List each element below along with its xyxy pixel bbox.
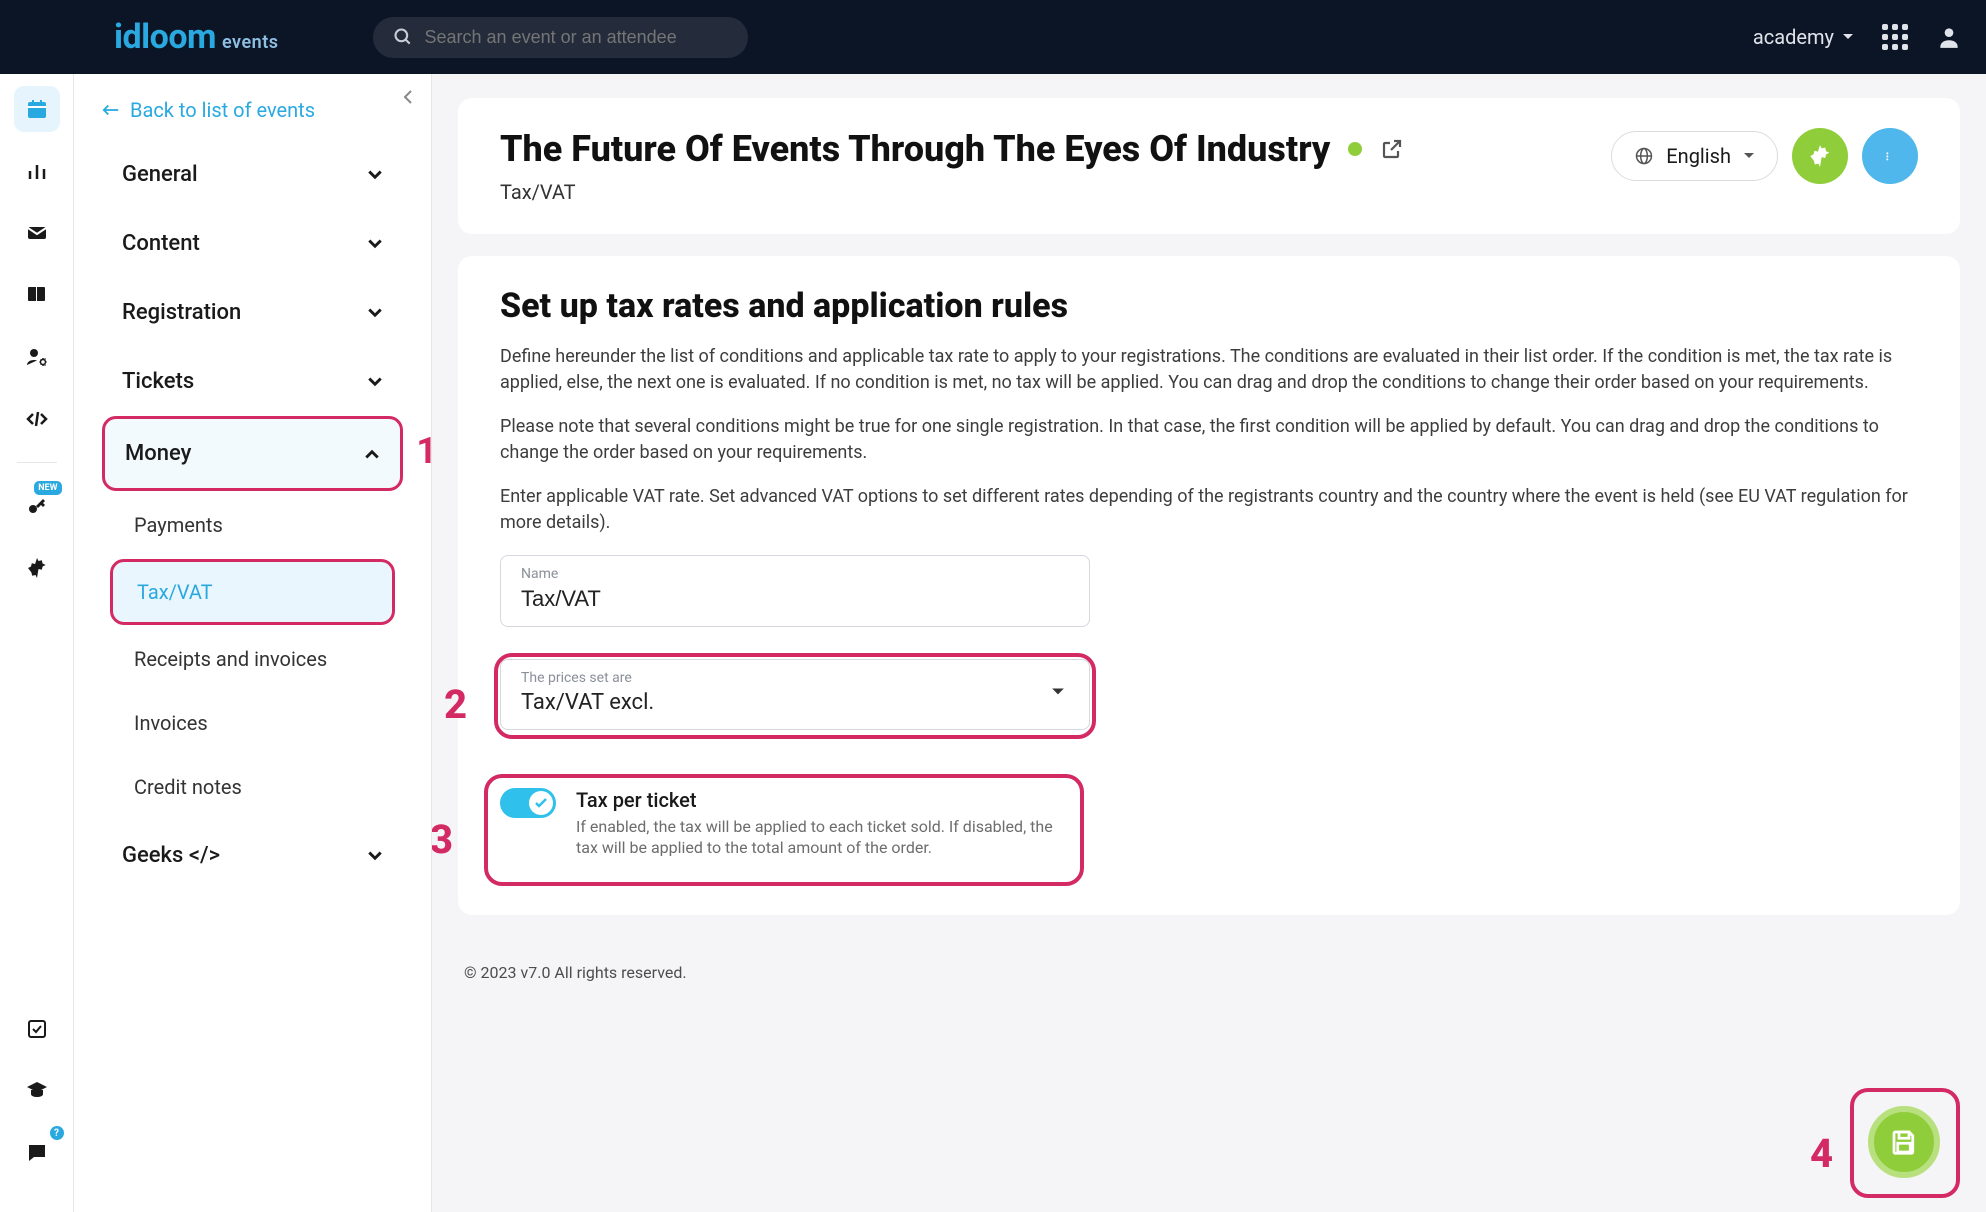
- paragraph-3: Enter applicable VAT rate. Set advanced …: [500, 484, 1918, 536]
- rail-calendar[interactable]: [14, 86, 60, 132]
- new-badge: NEW: [34, 481, 61, 495]
- language-select[interactable]: English: [1611, 131, 1778, 181]
- toggle-knob: [529, 791, 553, 815]
- arrow-left-icon: [102, 103, 120, 117]
- search-bar[interactable]: [373, 17, 748, 58]
- rail-key[interactable]: NEW: [14, 483, 60, 529]
- external-link-icon[interactable]: [1380, 137, 1404, 161]
- rail-code[interactable]: [14, 396, 60, 442]
- logo-sub: events: [222, 32, 279, 53]
- rail-analytics[interactable]: [14, 148, 60, 194]
- rail-settings[interactable]: [14, 545, 60, 591]
- rail-tasks[interactable]: [14, 1006, 60, 1052]
- search-icon: [393, 27, 413, 47]
- copyright: © 2023 v7.0 All rights reserved.: [464, 963, 687, 982]
- settings-button[interactable]: [1792, 128, 1848, 184]
- paragraph-2: Please note that several conditions migh…: [500, 414, 1918, 466]
- account-label: academy: [1753, 25, 1834, 49]
- annotation-2: 2: [444, 681, 467, 728]
- nav-general[interactable]: General: [102, 140, 403, 209]
- topbar: idloom events academy: [0, 0, 1986, 74]
- nav-content[interactable]: Content: [102, 209, 403, 278]
- nav-tickets[interactable]: Tickets: [102, 347, 403, 416]
- icon-rail: NEW ?: [0, 74, 74, 1212]
- content-card: Set up tax rates and application rules D…: [458, 256, 1960, 915]
- rail-chat[interactable]: ?: [14, 1130, 60, 1176]
- nav-money-sub: Payments Tax/VAT Receipts and invoices I…: [102, 495, 403, 817]
- account-menu[interactable]: academy: [1753, 25, 1854, 49]
- nav-payments[interactable]: Payments: [110, 495, 395, 555]
- help-badge: ?: [50, 1126, 64, 1140]
- toggle-desc: If enabled, the tax will be applied to e…: [576, 816, 1060, 859]
- nav-credit[interactable]: Credit notes: [110, 757, 395, 817]
- more-button[interactable]: [1862, 128, 1918, 184]
- sidenav: Back to list of events General Content R…: [74, 74, 432, 1212]
- save-button[interactable]: [1868, 1106, 1940, 1178]
- prices-value: Tax/VAT excl.: [521, 690, 654, 715]
- chevron-down-icon: [367, 307, 383, 319]
- main-area: The Future Of Events Through The Eyes Of…: [432, 74, 1986, 1212]
- chevron-down-icon: [367, 238, 383, 250]
- name-label: Name: [521, 566, 1069, 582]
- caret-down-icon: [1842, 33, 1854, 41]
- status-dot: [1348, 142, 1362, 156]
- collapse-sidenav[interactable]: [395, 84, 421, 110]
- header-card: The Future Of Events Through The Eyes Of…: [458, 98, 1960, 234]
- caret-down-icon: [1743, 152, 1755, 160]
- back-link[interactable]: Back to list of events: [102, 90, 403, 140]
- rail-docs[interactable]: [14, 272, 60, 318]
- nav-registration[interactable]: Registration: [102, 278, 403, 347]
- nav-money[interactable]: Money: [102, 416, 403, 491]
- rail-user-settings[interactable]: [14, 334, 60, 380]
- chevron-down-icon: [367, 169, 383, 181]
- chevron-up-icon: [364, 448, 380, 460]
- rail-mail[interactable]: [14, 210, 60, 256]
- topbar-right: academy: [1753, 24, 1962, 50]
- name-field[interactable]: Name: [500, 555, 1090, 627]
- chevron-down-icon: [367, 376, 383, 388]
- name-input[interactable]: [521, 586, 1069, 612]
- prices-label: The prices set are: [521, 670, 654, 686]
- annotation-3: 3: [432, 816, 453, 863]
- tax-per-ticket-toggle[interactable]: [500, 788, 556, 818]
- search-input[interactable]: [425, 27, 728, 48]
- logo[interactable]: idloom events: [114, 17, 279, 57]
- section-heading: Set up tax rates and application rules: [500, 286, 1918, 326]
- paragraph-1: Define hereunder the list of conditions …: [500, 344, 1918, 396]
- nav-taxvat[interactable]: Tax/VAT: [110, 559, 395, 625]
- chevron-down-icon: [367, 850, 383, 862]
- event-title: The Future Of Events Through The Eyes Of…: [500, 128, 1330, 170]
- nav-geeks[interactable]: Geeks </>: [102, 821, 403, 890]
- prices-select[interactable]: The prices set are Tax/VAT excl.: [500, 659, 1090, 730]
- nav-invoices[interactable]: Invoices: [110, 693, 395, 753]
- annotation-1: 1: [416, 430, 432, 472]
- footer: © 2023 v7.0 All rights reserved.: [458, 937, 1960, 1000]
- apps-grid-icon[interactable]: [1882, 24, 1908, 50]
- nav-receipts[interactable]: Receipts and invoices: [110, 629, 395, 689]
- toggle-title: Tax per ticket: [576, 788, 1060, 812]
- globe-icon: [1634, 146, 1654, 166]
- breadcrumb: Tax/VAT: [500, 180, 1404, 204]
- language-label: English: [1666, 144, 1731, 168]
- user-icon[interactable]: [1936, 24, 1962, 50]
- rail-education[interactable]: [14, 1068, 60, 1114]
- logo-main: idloom: [114, 17, 216, 57]
- back-label: Back to list of events: [130, 98, 315, 122]
- caret-down-icon: [1051, 687, 1065, 697]
